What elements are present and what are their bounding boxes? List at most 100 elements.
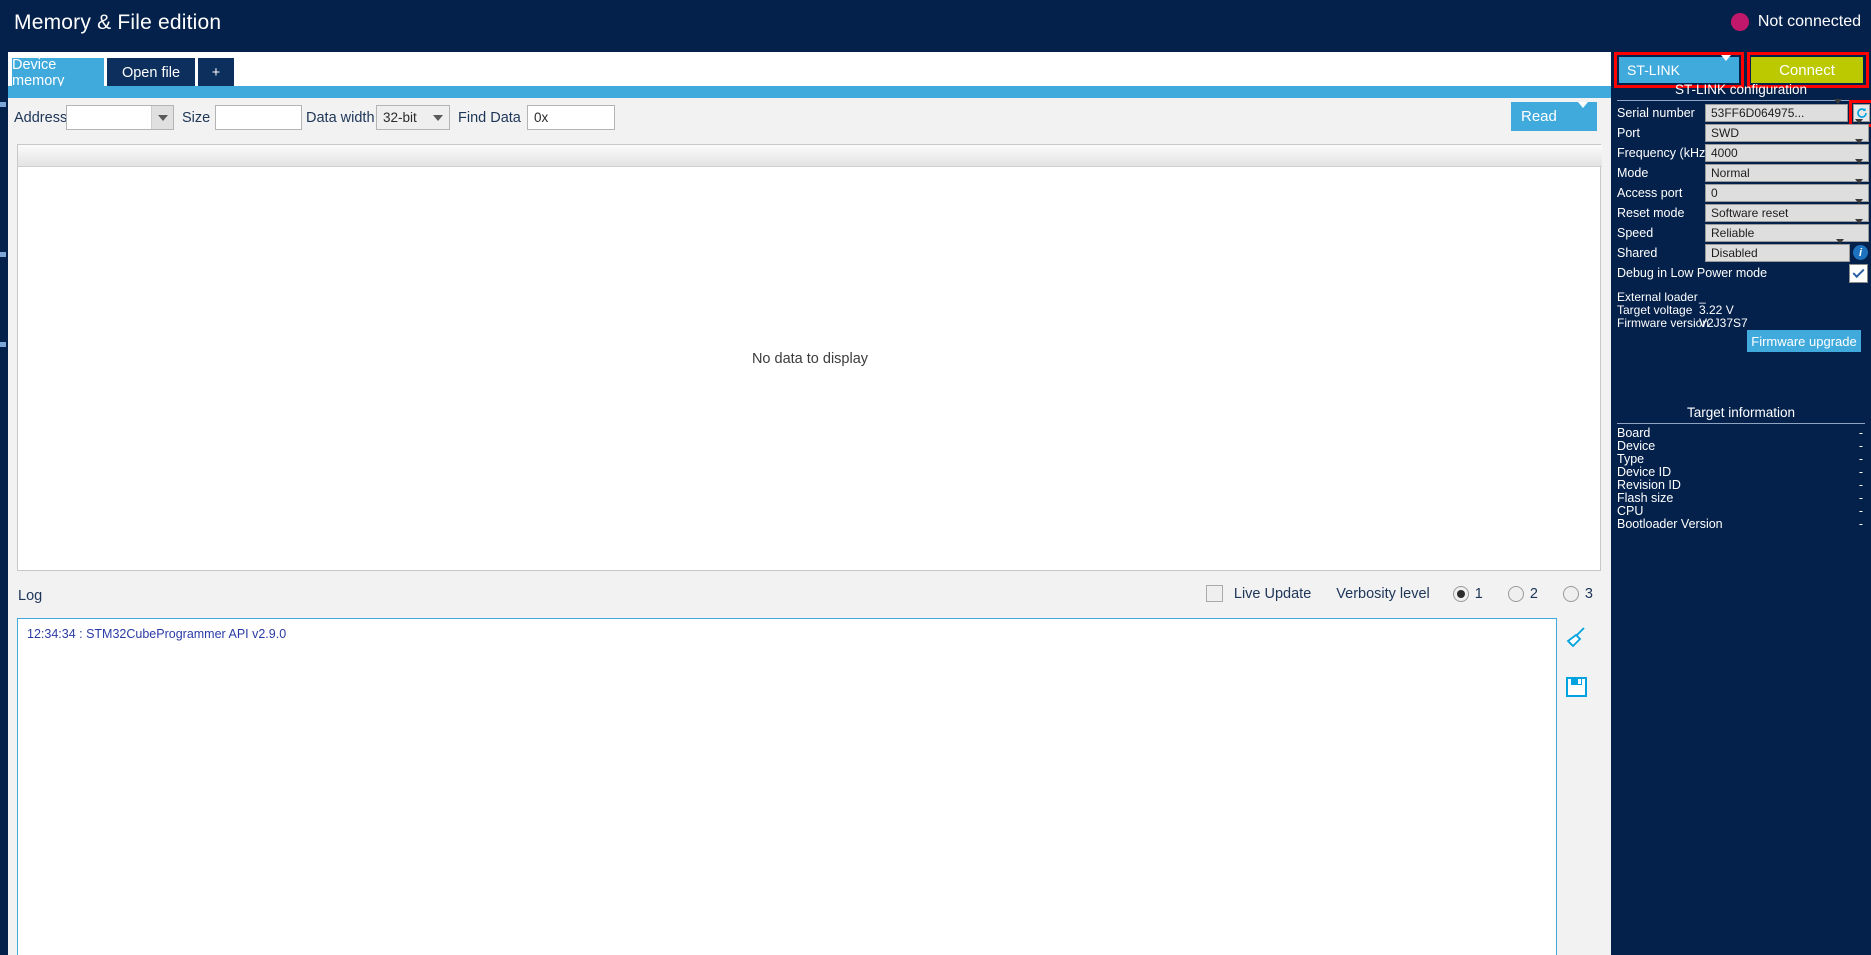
target-info-value: - — [1858, 517, 1863, 531]
config-row-speed: Speed Reliable — [1617, 219, 1869, 243]
target-info-title: Target information — [1686, 405, 1796, 420]
info-key: Firmware version — [1617, 316, 1710, 330]
info-row-firmware-version: Firmware version V2J37S7 — [1617, 316, 1865, 330]
memory-toolbar: Address Size Data width 32-bit Find Data… — [8, 98, 1611, 138]
find-data-label: Find Data — [458, 110, 521, 126]
config-row-shared: Shared Disabled i — [1617, 239, 1868, 263]
connection-status-label: Not connected — [1757, 13, 1861, 30]
no-data-message: No data to display — [751, 350, 869, 367]
memory-data-area: No data to display — [17, 144, 1602, 571]
data-width-select[interactable]: 32-bit — [376, 105, 450, 130]
app-header: Memory & File edition Not connected — [0, 0, 1871, 52]
config-row-access-port: Access port 0 — [1617, 179, 1869, 203]
chevron-down-icon[interactable] — [427, 106, 449, 129]
target-info-value: - — [1858, 439, 1863, 453]
info-value: 3.22 V — [1699, 303, 1734, 317]
log-output-panel[interactable]: 12:34:34 : STM32CubeProgrammer API v2.9.… — [17, 618, 1557, 955]
divider — [1617, 100, 1865, 101]
verbosity-radio-1[interactable] — [1452, 585, 1469, 602]
target-info-value: - — [1858, 452, 1863, 466]
main-content: Device memory Open file + Address Size D… — [8, 52, 1611, 955]
connect-button[interactable]: Connect — [1751, 57, 1863, 83]
rail-tick — [0, 102, 6, 107]
frequency-select[interactable]: 4000 — [1705, 139, 1869, 162]
log-label: Log — [18, 588, 43, 604]
verbosity-radio-1-label: 1 — [1474, 585, 1483, 602]
verbosity-radio-3[interactable] — [1562, 585, 1579, 602]
address-label: Address — [14, 110, 68, 126]
divider — [1617, 423, 1865, 424]
target-info-value: - — [1858, 504, 1863, 518]
chevron-down-icon[interactable] — [1578, 101, 1597, 126]
target-info-value: - — [1858, 426, 1863, 440]
info-key: External loader — [1617, 290, 1698, 304]
mode-select[interactable]: Normal — [1705, 159, 1869, 182]
config-row-debug-low-power: Debug in Low Power mode — [1617, 264, 1868, 283]
serial-number-select[interactable]: 53FF6D064975... — [1705, 99, 1848, 122]
page-title: Memory & File edition — [14, 11, 222, 34]
info-key: Target voltage — [1617, 303, 1693, 317]
save-icon[interactable] — [1564, 674, 1604, 705]
tab-device-memory[interactable]: Device memory — [12, 57, 104, 89]
chevron-down-icon[interactable] — [1836, 239, 1849, 262]
shared-select[interactable]: Disabled — [1705, 239, 1850, 262]
target-info-row-device: Device - — [1617, 439, 1865, 453]
config-label: Serial number — [1617, 106, 1695, 120]
right-panel: ST-LINK Connect ST-LINK configuration Se… — [1611, 52, 1871, 955]
reset-mode-select[interactable]: Software reset — [1705, 199, 1869, 222]
tab-open-file[interactable]: Open file — [107, 58, 195, 88]
target-info-row-flash-size: Flash size - — [1617, 491, 1865, 505]
connection-status-dot — [1730, 13, 1749, 31]
target-info-row-device-id: Device ID - — [1617, 465, 1865, 479]
target-info-value: - — [1858, 478, 1863, 492]
left-sidebar-rail — [0, 52, 8, 955]
firmware-upgrade-button[interactable]: Firmware upgrade — [1747, 330, 1861, 352]
target-info-key: Type — [1617, 452, 1645, 466]
size-input[interactable] — [215, 105, 302, 130]
chevron-down-icon[interactable] — [1834, 99, 1847, 122]
log-options: Live Update Verbosity level 1 2 3 — [1205, 585, 1593, 602]
verbosity-radio-2[interactable] — [1507, 585, 1524, 602]
info-value: _ — [1699, 290, 1706, 304]
address-input[interactable] — [66, 105, 174, 130]
config-label: Access port — [1617, 186, 1683, 200]
read-button[interactable]: Read — [1511, 101, 1597, 131]
target-info-row-board: Board - — [1617, 426, 1865, 440]
info-icon[interactable]: i — [1853, 245, 1868, 260]
target-info-value: - — [1858, 465, 1863, 479]
target-info-value: - — [1858, 491, 1863, 505]
chevron-down-icon[interactable] — [1855, 219, 1868, 242]
broom-icon[interactable] — [1564, 625, 1604, 656]
config-row-frequency: Frequency (kHz) 4000 — [1617, 139, 1869, 163]
config-row-port: Port SWD — [1617, 119, 1869, 143]
tab-strip: Device memory Open file + — [8, 52, 1611, 98]
stlink-config-title: ST-LINK configuration — [1674, 82, 1808, 97]
config-label: Port — [1617, 126, 1640, 140]
chevron-down-icon[interactable] — [1721, 55, 1739, 79]
verbosity-option-1[interactable]: 1 — [1452, 585, 1483, 602]
access-port-select[interactable]: 0 — [1705, 179, 1869, 202]
verbosity-option-3[interactable]: 3 — [1562, 585, 1593, 602]
debug-low-power-checkbox[interactable] — [1849, 264, 1868, 283]
log-line: 12:34:34 : STM32CubeProgrammer API v2.9.… — [27, 627, 287, 641]
rail-tick — [0, 252, 6, 257]
target-info-key: Device ID — [1617, 465, 1672, 479]
speed-select[interactable]: Reliable — [1705, 219, 1869, 242]
connection-status: Not connected — [1730, 13, 1861, 31]
info-row-target-voltage: Target voltage 3.22 V — [1617, 303, 1865, 317]
live-update-label: Live Update — [1233, 585, 1312, 602]
tab-underline — [8, 86, 1611, 98]
config-row-serial-number: Serial number 53FF6D064975... — [1617, 99, 1871, 127]
target-info-row-type: Type - — [1617, 452, 1865, 466]
info-value: V2J37S7 — [1699, 316, 1748, 330]
port-select[interactable]: SWD — [1705, 119, 1869, 142]
tab-add-button[interactable]: + — [198, 58, 234, 88]
rail-tick — [0, 342, 6, 347]
verbosity-label: Verbosity level — [1336, 585, 1430, 602]
find-data-input[interactable]: 0x — [527, 105, 615, 130]
live-update-checkbox[interactable] — [1205, 585, 1223, 602]
chevron-down-icon[interactable] — [151, 106, 173, 129]
verbosity-option-2[interactable]: 2 — [1507, 585, 1538, 602]
app-root: Memory & File edition Not connected Devi… — [0, 0, 1871, 955]
interface-select[interactable]: ST-LINK — [1619, 55, 1739, 83]
